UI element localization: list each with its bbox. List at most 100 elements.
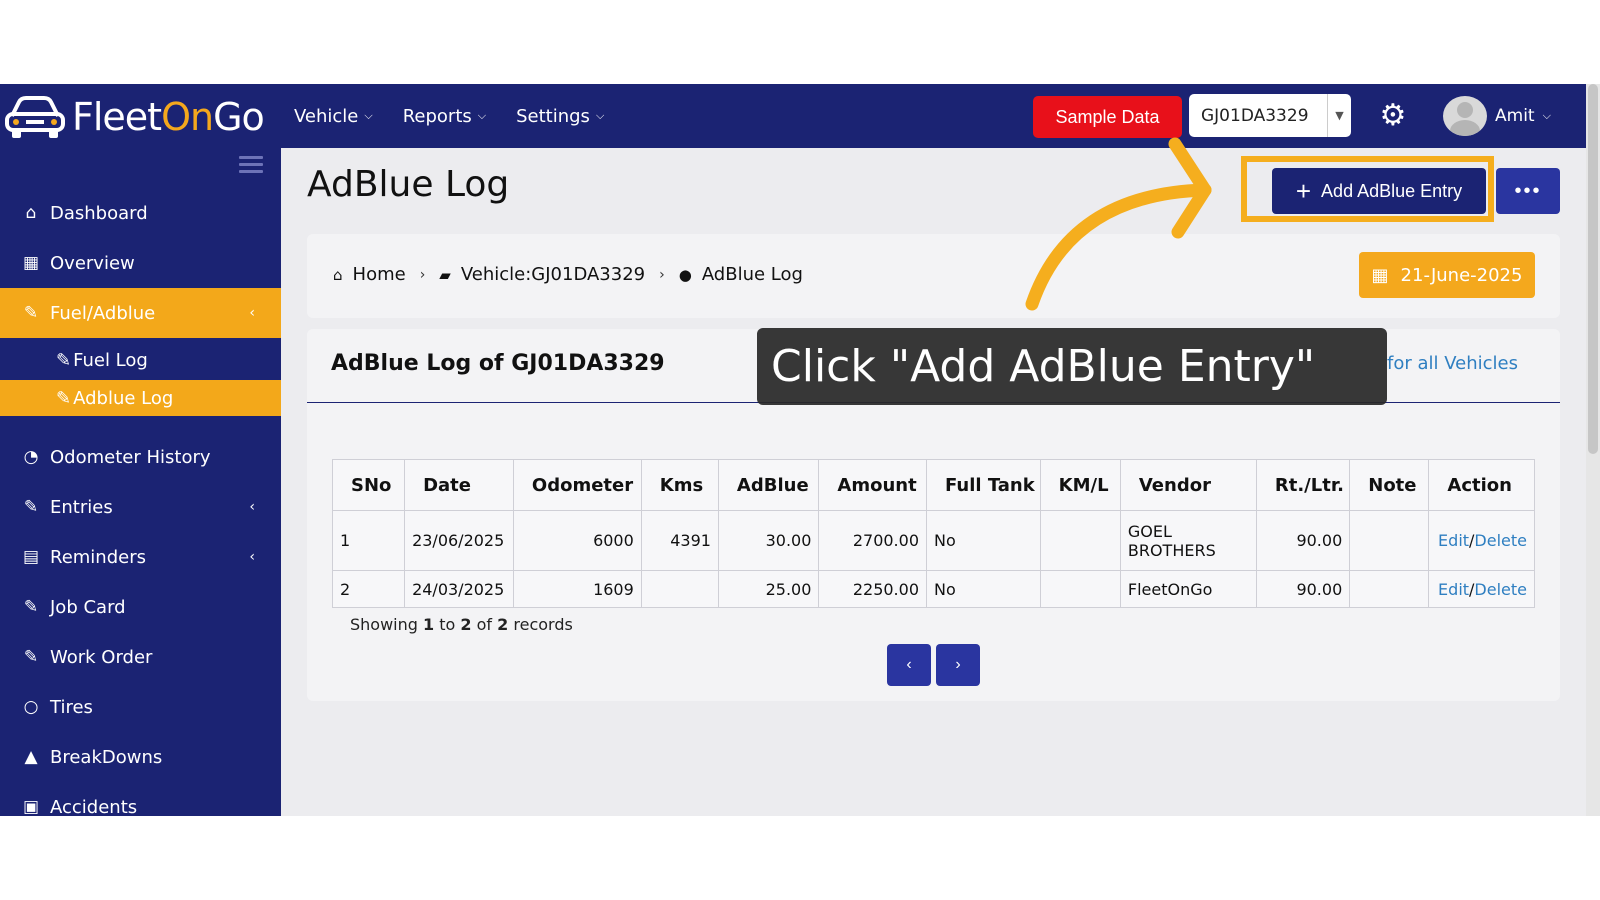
column-header[interactable]: Odometer <box>512 459 642 511</box>
sidebar-item-overview[interactable]: ▦ Overview <box>0 238 281 288</box>
adblue-log-table: SNo Date Odometer Kms AdBlue Amount Full… <box>331 459 1535 608</box>
column-header[interactable]: Kms <box>640 459 719 511</box>
cell-vendor: FleetOnGo <box>1119 570 1257 608</box>
column-header[interactable]: Rt./Ltr. <box>1255 459 1351 511</box>
circle-icon: ○ <box>23 697 39 717</box>
page-scrollbar[interactable] <box>1586 84 1600 816</box>
ambulance-icon: ▣ <box>22 797 40 816</box>
date-value: 21-June-2025 <box>1400 264 1523 286</box>
user-menu[interactable]: Amit ⌵ <box>1443 96 1551 136</box>
nav-settings[interactable]: Settings ⌵ <box>516 106 604 127</box>
sidebar-item-reminders[interactable]: ▤ Reminders ‹ <box>0 532 281 582</box>
sidebar-subitem-adblue-log[interactable]: ✎ Adblue Log <box>0 380 281 416</box>
sidebar-subitem-fuel-log[interactable]: ✎ Fuel Log <box>0 342 281 378</box>
breadcrumb: ⌂ Home › ▰ Vehicle:GJ01DA3329 › ● AdBlue… <box>333 264 803 285</box>
nav-reports[interactable]: Reports ⌵ <box>403 106 486 127</box>
chevron-down-icon: ⌵ <box>595 109 605 122</box>
breadcrumb-vehicle[interactable]: Vehicle:GJ01DA3329 <box>461 264 645 285</box>
vehicle-select-value: GJ01DA3329 <box>1201 105 1309 126</box>
table-row: 1 23/06/2025 6000 4391 30.00 2700.00 No … <box>331 510 1535 571</box>
cell-date: 24/03/2025 <box>404 570 514 608</box>
chevron-down-icon: ⌵ <box>477 109 487 122</box>
cell-sno: 1 <box>331 510 406 571</box>
cell-date: 23/06/2025 <box>404 510 514 571</box>
edit-link[interactable]: Edit <box>1438 531 1469 550</box>
cell-odometer: 6000 <box>512 510 642 571</box>
sidebar-item-work-order[interactable]: ✎ Work Order <box>0 632 281 682</box>
car-logo-icon <box>5 96 65 138</box>
column-header[interactable]: Vendor <box>1119 459 1257 511</box>
column-header: Action <box>1428 459 1535 511</box>
warning-icon: ▲ <box>24 747 38 767</box>
page-title: AdBlue Log <box>307 164 510 205</box>
sidebar-item-odometer-history[interactable]: ◔ Odometer History <box>0 432 281 482</box>
home-icon: ⌂ <box>25 203 37 223</box>
cell-kml <box>1039 570 1121 608</box>
sidebar-item-tires[interactable]: ○ Tires <box>0 682 281 732</box>
cell-rate: 90.00 <box>1255 510 1351 571</box>
chevron-down-icon: ⌵ <box>364 109 373 122</box>
column-header[interactable]: Amount <box>818 459 927 511</box>
next-page-button[interactable]: › <box>936 644 980 686</box>
cell-note <box>1349 570 1430 608</box>
column-header[interactable]: Full Tank <box>926 459 1041 511</box>
cell-amount: 2700.00 <box>818 510 927 571</box>
avatar <box>1443 96 1487 136</box>
column-header[interactable]: KM/L <box>1039 459 1121 511</box>
logo-text: FleetOnGo <box>72 95 265 139</box>
sidebar-item-accidents[interactable]: ▣ Accidents <box>0 782 281 817</box>
all-vehicles-report-link[interactable]: for all Vehicles <box>1387 353 1518 374</box>
cell-rate: 90.00 <box>1255 570 1351 608</box>
delete-link[interactable]: Delete <box>1474 531 1527 550</box>
more-options-button[interactable]: ••• <box>1496 168 1560 214</box>
edit-icon: ✎ <box>23 597 39 617</box>
cell-action: Edit/Delete <box>1428 510 1535 571</box>
dropdown-caret-icon[interactable]: ▼ <box>1327 94 1351 137</box>
tutorial-tooltip: Click "Add AdBlue Entry" <box>757 328 1387 405</box>
cell-kml <box>1039 510 1121 571</box>
column-header[interactable]: SNo <box>331 459 406 511</box>
hamburger-menu-icon[interactable] <box>239 156 263 174</box>
sidebar-item-dashboard[interactable]: ⌂ Dashboard <box>0 188 281 238</box>
edit-link[interactable]: Edit <box>1438 580 1469 599</box>
delete-link[interactable]: Delete <box>1474 580 1527 599</box>
grid-icon: ▦ <box>22 253 40 273</box>
cell-note <box>1349 510 1430 571</box>
sample-data-button[interactable]: Sample Data <box>1033 96 1182 138</box>
column-header[interactable]: Note <box>1349 459 1430 511</box>
sidebar: ⌂ Dashboard ▦ Overview ✎ Fuel/Adblue ‹ ✎ Fue… <box>0 148 281 816</box>
column-header[interactable]: Date <box>404 459 514 511</box>
scrollbar-thumb[interactable] <box>1588 84 1598 454</box>
drop-icon: ● <box>678 265 692 284</box>
chevron-left-icon: ‹ <box>249 549 255 565</box>
column-header[interactable]: AdBlue <box>717 459 820 511</box>
edit-icon: ✎ <box>23 497 39 517</box>
top-navbar: FleetOnGo Vehicle ⌵ Reports ⌵ Settings ⌵ Sa… <box>0 84 1600 148</box>
cell-full-tank: No <box>926 510 1041 571</box>
previous-page-button[interactable]: ‹ <box>887 644 931 686</box>
edit-icon: ✎ <box>56 349 72 371</box>
edit-icon: ✎ <box>23 303 39 323</box>
calendar-icon: ▦ <box>1371 264 1389 286</box>
chevron-down-icon: ⌵ <box>1542 109 1551 122</box>
breadcrumb-current: AdBlue Log <box>701 264 803 285</box>
cell-action: Edit/Delete <box>1428 570 1535 608</box>
cell-kms <box>640 570 719 608</box>
calendar-icon: ▤ <box>22 547 40 567</box>
fleetongo-logo[interactable]: FleetOnGo <box>4 92 274 142</box>
nav-vehicle[interactable]: Vehicle ⌵ <box>294 106 373 127</box>
chevron-left-icon: ‹ <box>249 305 255 321</box>
date-picker-button[interactable]: ▦ 21-June-2025 <box>1359 252 1535 298</box>
sidebar-item-job-card[interactable]: ✎ Job Card <box>0 582 281 632</box>
breadcrumb-home[interactable]: Home <box>353 264 406 285</box>
table-row: 2 24/03/2025 1609 25.00 2250.00 No Fleet… <box>331 570 1535 608</box>
sidebar-item-fuel-adblue[interactable]: ✎ Fuel/Adblue ‹ <box>0 288 281 338</box>
gear-icon[interactable]: ⚙ <box>1377 100 1409 132</box>
cell-full-tank: No <box>926 570 1041 608</box>
sidebar-item-entries[interactable]: ✎ Entries ‹ <box>0 482 281 532</box>
sidebar-item-breakdowns[interactable]: ▲ BreakDowns <box>0 732 281 782</box>
table-header-row: SNo Date Odometer Kms AdBlue Amount Full… <box>331 459 1535 511</box>
app-frame: FleetOnGo Vehicle ⌵ Reports ⌵ Settings ⌵ Sa… <box>0 84 1600 816</box>
tutorial-arrow-icon <box>1025 137 1212 311</box>
vehicle-select[interactable]: GJ01DA3329 ▼ <box>1189 94 1351 137</box>
